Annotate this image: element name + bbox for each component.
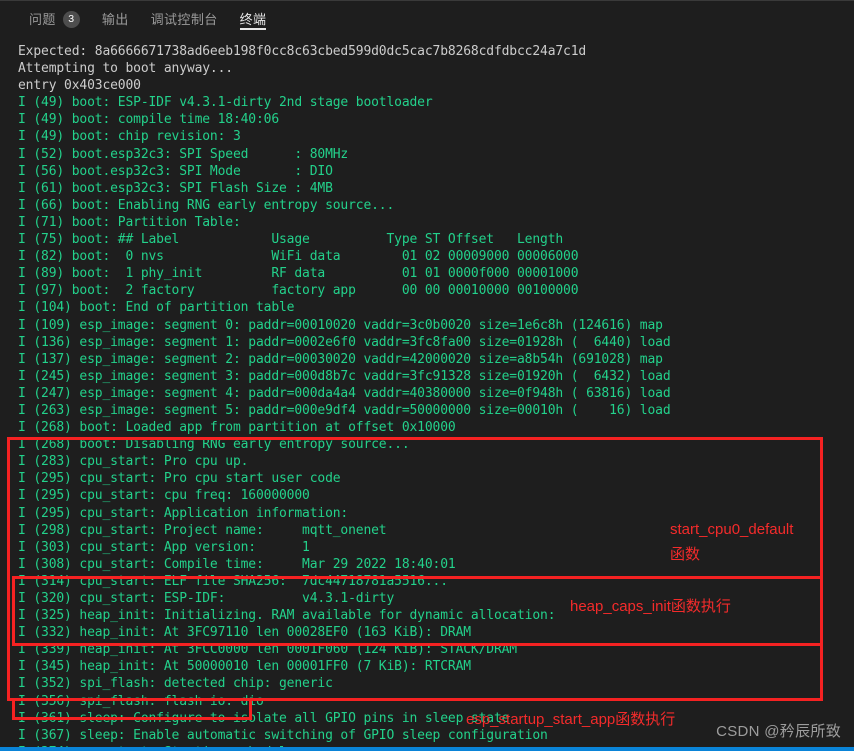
- terminal-line: I (295) cpu_start: Pro cpu start user co…: [18, 471, 341, 487]
- terminal-line: I (303) cpu_start: App version: 1: [18, 539, 310, 555]
- terminal-line: I (295) cpu_start: cpu freq: 160000000: [18, 488, 310, 504]
- terminal-line: I (268) boot: Loaded app from partition …: [18, 420, 456, 436]
- problems-count-badge: 3: [62, 10, 80, 28]
- csdn-watermark: CSDN @矜辰所致: [716, 723, 841, 740]
- terminal-line: I (295) cpu_start: Application informati…: [18, 505, 349, 521]
- terminal-line: Attempting to boot anyway...: [18, 61, 233, 77]
- terminal-line: I (247) esp_image: segment 4: paddr=000d…: [18, 385, 671, 401]
- terminal-line: I (97) boot: 2 factory factory app 00 00…: [18, 283, 579, 299]
- terminal-line: I (308) cpu_start: Compile time: Mar 29 …: [18, 556, 456, 572]
- tab-problems-label: 问题: [29, 11, 56, 27]
- terminal-line: I (263) esp_image: segment 5: paddr=000e…: [18, 402, 671, 418]
- terminal-line: I (104) boot: End of partition table: [18, 300, 295, 316]
- terminal-line: Expected: 8a6666671738ad6eeb198f0cc8c63c…: [18, 44, 587, 59]
- tab-problems[interactable]: 问题 3: [18, 1, 91, 37]
- terminal-line: I (356) spi_flash: flash io: dio: [18, 693, 264, 709]
- terminal-line: I (298) cpu_start: Project name: mqtt_on…: [18, 522, 387, 538]
- tab-debug-console-label: 调试控制台: [150, 11, 218, 27]
- terminal-line: I (325) heap_init: Initializing. RAM ava…: [18, 608, 556, 624]
- tab-debug-console[interactable]: 调试控制台: [140, 1, 229, 37]
- terminal-line: I (49) boot: chip revision: 3: [18, 129, 241, 145]
- terminal-line: entry 0x403ce000: [18, 78, 141, 94]
- terminal-line: I (56) boot.esp32c3: SPI Mode : DIO: [18, 163, 333, 179]
- terminal-line: I (52) boot.esp32c3: SPI Speed : 80MHz: [18, 146, 349, 162]
- terminal-line: I (109) esp_image: segment 0: paddr=0001…: [18, 317, 663, 333]
- terminal-line: I (61) boot.esp32c3: SPI Flash Size : 4M…: [18, 180, 333, 196]
- terminal-line: I (89) boot: 1 phy_init RF data 01 01 00…: [18, 266, 579, 282]
- terminal-line: I (75) boot: ## Label Usage Type ST Offs…: [18, 232, 564, 248]
- tab-terminal-label: 终端: [239, 11, 267, 27]
- terminal-line: I (268) boot: Disabling RNG early entrop…: [18, 437, 410, 453]
- terminal-line: I (137) esp_image: segment 2: paddr=0003…: [18, 351, 663, 367]
- tab-output-label: 输出: [101, 11, 129, 27]
- terminal-line: I (82) boot: 0 nvs WiFi data 01 02 00009…: [18, 249, 579, 265]
- terminal-line: I (314) cpu_start: ELF file SHA256: 7dc4…: [18, 573, 448, 589]
- terminal-line: I (283) cpu_start: Pro cpu up.: [18, 454, 249, 470]
- panel-tab-bar: 问题 3 输出 调试控制台 终端: [0, 0, 854, 37]
- terminal-line: I (352) spi_flash: detected chip: generi…: [18, 676, 333, 692]
- terminal-line: I (136) esp_image: segment 1: paddr=0002…: [18, 334, 671, 350]
- terminal-line: I (332) heap_init: At 3FC97110 len 00028…: [18, 625, 471, 641]
- terminal-line: I (71) boot: Partition Table:: [18, 214, 241, 230]
- tab-output[interactable]: 输出: [91, 1, 140, 37]
- terminal-line: I (66) boot: Enabling RNG early entropy …: [18, 197, 395, 213]
- terminal-output[interactable]: Expected: 8a6666671738ad6eeb198f0cc8c63c…: [0, 37, 854, 748]
- terminal-line: I (339) heap_init: At 3FCC0000 len 0001F…: [18, 642, 517, 658]
- status-bar-strip: [0, 747, 854, 751]
- tab-terminal[interactable]: 终端: [229, 1, 278, 37]
- terminal-line: I (49) boot: compile time 18:40:06: [18, 112, 280, 128]
- terminal-line: I (49) boot: ESP-IDF v4.3.1-dirty 2nd st…: [18, 95, 433, 111]
- terminal-line: I (245) esp_image: segment 3: paddr=000d…: [18, 368, 671, 384]
- terminal-line: I (345) heap_init: At 50000010 len 00001…: [18, 659, 471, 675]
- terminal-line: I (320) cpu_start: ESP-IDF: v4.3.1-dirty: [18, 591, 395, 606]
